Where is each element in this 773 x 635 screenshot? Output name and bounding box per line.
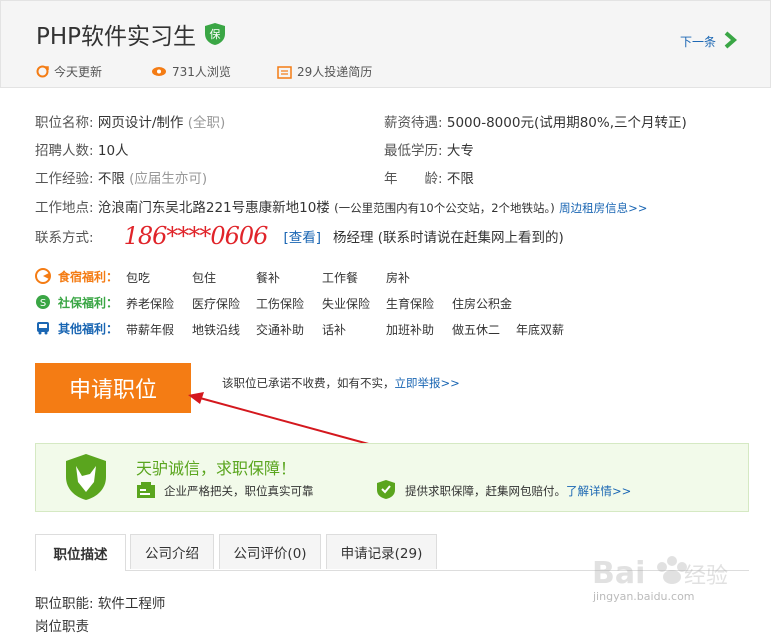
experience-value: 不限 [97, 171, 125, 187]
other-welfare-label: 其他福利： [58, 322, 119, 336]
headcount-value: 10人 [97, 143, 129, 159]
position-type: (全职) [187, 115, 226, 131]
views-text: 731人浏览 [172, 65, 231, 79]
food-icon [35, 268, 51, 284]
welfare-item: 带薪年假 [126, 323, 175, 337]
education-row: 最低学历: 大专 [384, 139, 474, 159]
welfare-item: 包住 [192, 271, 217, 285]
verified-shield-icon: 保 [205, 23, 225, 45]
applicants-text: 29人投递简历 [297, 65, 373, 79]
location-value: 沧浪南门东吴北路221号惠康新地10楼 [97, 200, 330, 216]
position-value: 网页设计/制作 [97, 115, 184, 131]
donkey-shield-icon [66, 454, 106, 500]
views-stat: 731人浏览 [151, 63, 231, 80]
social-insurance-icon: S [36, 295, 50, 309]
guarantee-banner: 天驴诚信，求职保障！ 企业严格把关，职位真实可靠 提供求职保障，赶集网包赔付。了… [35, 443, 749, 512]
salary-label: 薪资待遇: [384, 115, 443, 131]
svg-text:保: 保 [210, 27, 221, 41]
nearby-rental-link[interactable]: 周边租房信息>> [559, 201, 647, 215]
welfare-item: 加班补助 [386, 323, 435, 337]
social-welfare-label: 社保福利： [58, 296, 119, 310]
guarantee-item-2-text: 提供求职保障，赶集网包赔付。 [405, 484, 566, 498]
location-note: (一公里范围内有10个公交站，2个地铁站。) [334, 201, 555, 215]
welfare-item: 年底双薪 [516, 323, 565, 337]
welfare-item: 工作餐 [322, 271, 359, 285]
welfare-item: 话补 [322, 323, 347, 337]
welfare-item: 包吃 [126, 271, 151, 285]
phone-number: 186****0606 [123, 222, 269, 250]
refresh-icon [36, 65, 49, 78]
food-welfare-label: 食宿福利： [58, 270, 119, 284]
guarantee-title: 天驴诚信，求职保障！ [136, 459, 297, 478]
annotation-arrow [188, 392, 377, 447]
chevron-right-icon[interactable] [723, 31, 737, 49]
report-link[interactable]: 立即举报>> [395, 376, 460, 390]
view-phone-link[interactable]: [查看] [283, 226, 321, 246]
experience-row: 工作经验: 不限 (应届生亦可) [35, 167, 207, 187]
education-label: 最低学历: [384, 143, 443, 159]
tab-job-description[interactable]: 职位描述 [35, 534, 126, 571]
resume-icon [277, 65, 292, 79]
welfare-item: 工伤保险 [256, 297, 305, 311]
guarantee-item-1: 企业严格把关，职位真实可靠 [164, 484, 314, 498]
age-row: 年 龄: 不限 [384, 167, 474, 187]
welfare-item: 地铁沿线 [192, 323, 241, 337]
company-check-icon [137, 482, 155, 498]
welfare-item: 住房公积金 [452, 297, 513, 311]
svg-text:S: S [40, 298, 46, 309]
age-label: 年 龄: [384, 171, 443, 187]
duty-heading: 岗位职责 [35, 619, 89, 635]
contact-row: 联系方式: 186****0606 [查看] 杨经理 (联系时请说在赶集网上看到… [35, 222, 564, 250]
location-row: 工作地点: 沧浪南门东吴北路221号惠康新地10楼 (一公里范围内有10个公交站… [35, 196, 647, 216]
welfare-item: 养老保险 [126, 297, 175, 311]
contact-person: 杨经理 (联系时请说在赶集网上看到的) [333, 230, 564, 246]
experience-label: 工作经验: [35, 171, 94, 187]
job-function-value: 软件工程师 [97, 596, 166, 612]
experience-note: (应届生亦可) [129, 171, 208, 187]
job-title: PHP软件实习生 [36, 24, 197, 50]
welfare-item: 做五休二 [452, 323, 501, 337]
salary-value: 5000-8000元(试用期80%,三个月转正) [446, 115, 687, 131]
notice-text: 该职位已承诺不收费，如有不实， [222, 376, 395, 390]
welfare-item: 失业保险 [322, 297, 371, 311]
next-link[interactable]: 下一条 [680, 33, 716, 50]
no-fee-notice: 该职位已承诺不收费，如有不实，立即举报>> [222, 375, 460, 391]
age-value: 不限 [446, 171, 474, 187]
eye-icon [152, 67, 166, 76]
applicants-stat: 29人投递简历 [277, 63, 372, 80]
bus-icon [37, 322, 49, 335]
job-function-row: 职位职能: 软件工程师 [35, 592, 165, 612]
updated-text: 今天更新 [54, 65, 103, 79]
guarantee-item-2: 提供求职保障，赶集网包赔付。了解详情>> [405, 483, 631, 499]
headcount-row: 招聘人数: 10人 [35, 139, 129, 159]
location-label: 工作地点: [35, 200, 94, 216]
updated-stat: 今天更新 [36, 63, 102, 80]
tab-company-reviews[interactable]: 公司评价(0) [219, 534, 321, 569]
headcount-label: 招聘人数: [35, 143, 94, 159]
protection-shield-icon [377, 480, 395, 499]
education-value: 大专 [446, 143, 474, 159]
welfare-item: 医疗保险 [192, 297, 241, 311]
contact-label: 联系方式: [35, 230, 94, 246]
position-label: 职位名称: [35, 115, 94, 131]
tab-application-records[interactable]: 申请记录(29) [326, 534, 437, 569]
job-header: PHP软件实习生 保 下一条 今天更新 731人浏览 29人投递简历 [0, 0, 771, 88]
svg-text:经验: 经验 [684, 564, 728, 589]
welfare-item: 房补 [386, 271, 411, 285]
learn-more-link[interactable]: 了解详情>> [566, 484, 631, 498]
apply-button[interactable]: 申请职位 [35, 363, 191, 413]
position-row: 职位名称: 网页设计/制作 (全职) [35, 111, 225, 131]
tab-company-intro[interactable]: 公司介绍 [130, 534, 214, 569]
watermark-url: jingyan.baidu.com [593, 590, 695, 603]
welfare-item: 交通补助 [256, 323, 305, 337]
welfare-item: 餐补 [256, 271, 281, 285]
welfare-item: 生育保险 [386, 297, 435, 311]
job-function-label: 职位职能: [35, 596, 94, 612]
salary-row: 薪资待遇: 5000-8000元(试用期80%,三个月转正) [384, 111, 687, 131]
svg-text:Bai: Bai [592, 556, 645, 591]
